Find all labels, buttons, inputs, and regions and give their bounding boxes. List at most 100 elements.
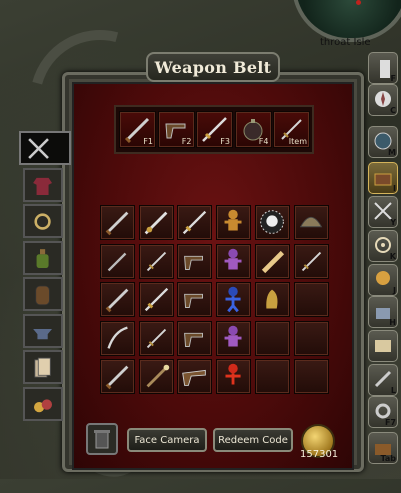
sidebar-button-castle[interactable]: H bbox=[368, 296, 398, 328]
inventory-slot[interactable] bbox=[293, 243, 329, 279]
inventory-slot[interactable] bbox=[216, 359, 252, 394]
treasure-icon bbox=[34, 398, 52, 412]
hotkey-label: Y bbox=[390, 218, 396, 227]
sidebar-button-ship-wheel[interactable]: K bbox=[368, 230, 398, 262]
voodoo-doll-red-icon bbox=[225, 363, 241, 385]
category-tab-clothing[interactable] bbox=[23, 167, 63, 202]
barrel-icon bbox=[35, 285, 50, 306]
window-title: Weapon Belt bbox=[146, 52, 280, 82]
category-tab-potion[interactable] bbox=[23, 240, 63, 275]
dagger-icon bbox=[146, 251, 166, 271]
quickbar-slot-5[interactable]: Item bbox=[273, 111, 310, 148]
pistol-icon bbox=[184, 255, 204, 270]
face-camera-button[interactable]: Face Camera bbox=[127, 428, 207, 452]
inventory-slot[interactable] bbox=[138, 205, 174, 240]
quickbar-slot-4[interactable]: F4 bbox=[234, 111, 272, 148]
staff-icon bbox=[146, 364, 169, 388]
redeem-code-button[interactable]: Redeem Code bbox=[213, 428, 293, 452]
inventory-slot[interactable] bbox=[138, 243, 174, 279]
hotkey-label: C bbox=[390, 106, 396, 115]
pistol-icon bbox=[184, 332, 204, 347]
inventory-slot[interactable] bbox=[293, 359, 329, 394]
helmet-icon bbox=[299, 216, 322, 228]
quickbar-key-label: Item bbox=[288, 137, 307, 146]
category-tab-jewelry[interactable] bbox=[23, 204, 63, 238]
hotkey-label: L bbox=[390, 386, 396, 395]
sidebar-button-spyglass[interactable]: L bbox=[368, 364, 398, 396]
inventory-slot[interactable] bbox=[293, 320, 329, 356]
inventory-slot[interactable] bbox=[216, 320, 252, 356]
inventory-slot[interactable] bbox=[100, 205, 135, 240]
inventory-slot[interactable] bbox=[100, 282, 135, 317]
inventory-slot[interactable] bbox=[254, 205, 290, 240]
skull-icon bbox=[376, 271, 390, 285]
broadsword-icon bbox=[144, 211, 168, 235]
inventory-slot[interactable] bbox=[177, 359, 213, 394]
hotkey-label: J bbox=[393, 286, 396, 295]
sidebar-button-treasure-chest[interactable]: Tab bbox=[368, 432, 398, 464]
inventory-slot[interactable] bbox=[216, 205, 252, 240]
sidebar-button-book[interactable] bbox=[368, 330, 398, 362]
inventory-slot[interactable] bbox=[100, 243, 135, 279]
sidebar-button-chest[interactable]: I bbox=[368, 162, 398, 194]
voodoo-doll-blue-icon bbox=[225, 286, 241, 313]
book-icon bbox=[375, 340, 391, 352]
category-tab-cards[interactable] bbox=[23, 350, 63, 384]
inventory-slot[interactable] bbox=[293, 205, 329, 240]
inventory-slot[interactable] bbox=[216, 243, 252, 279]
inventory-slot[interactable] bbox=[100, 320, 135, 356]
quickbar-slot-2[interactable]: F2 bbox=[157, 111, 195, 148]
inventory-slot[interactable] bbox=[177, 205, 213, 240]
hotkey-label: H bbox=[389, 318, 396, 327]
inventory-slot[interactable] bbox=[100, 359, 135, 394]
quickbar-slot-1[interactable]: F1 bbox=[119, 111, 156, 148]
sidebar-button-crossed-swords[interactable]: Y bbox=[368, 196, 398, 228]
blunderbuss-icon bbox=[182, 369, 207, 386]
sidebar-button-compass[interactable]: C bbox=[368, 84, 398, 116]
knife-icon bbox=[107, 252, 127, 271]
category-tab-anvil[interactable] bbox=[23, 313, 63, 348]
inventory-slot[interactable] bbox=[216, 282, 252, 317]
hotkey-label: M bbox=[388, 148, 396, 157]
gold-hand-icon bbox=[266, 289, 278, 309]
inventory-slot[interactable] bbox=[138, 282, 174, 317]
dagger-icon bbox=[146, 328, 166, 348]
inventory-slot[interactable] bbox=[254, 282, 290, 317]
sidebar-button-map[interactable]: M bbox=[368, 126, 398, 158]
voodoo-doll-gold-icon bbox=[224, 209, 242, 231]
map-marker-icon bbox=[356, 0, 361, 5]
sword-icon bbox=[183, 210, 207, 235]
quickbar-slot-3[interactable]: F3 bbox=[196, 111, 233, 148]
anvil-icon bbox=[33, 328, 52, 339]
inventory-slot[interactable] bbox=[254, 320, 290, 356]
inventory-slot[interactable] bbox=[293, 282, 329, 317]
cutlass-icon bbox=[105, 288, 129, 313]
sidebar-button-skull[interactable]: J bbox=[368, 264, 398, 296]
inventory-slot[interactable] bbox=[254, 359, 290, 394]
quickbar-key-label: F3 bbox=[220, 137, 230, 146]
inventory-slot[interactable] bbox=[177, 243, 213, 279]
trash-button[interactable] bbox=[86, 423, 118, 455]
inventory-slot[interactable] bbox=[138, 359, 174, 394]
hotkey-label: K bbox=[389, 252, 396, 261]
sidebar-button-gears[interactable]: F7 bbox=[368, 396, 398, 428]
cards-icon bbox=[34, 357, 51, 378]
skull-medallion-icon bbox=[260, 210, 284, 234]
hotkey-label: F bbox=[390, 74, 396, 83]
inventory-slot[interactable] bbox=[177, 320, 213, 356]
inventory-slot[interactable] bbox=[177, 282, 213, 317]
inventory-slot[interactable] bbox=[254, 243, 290, 279]
cutlass-icon bbox=[105, 365, 129, 390]
hotkey-label: Tab bbox=[380, 454, 396, 463]
category-tab-barrel[interactable] bbox=[23, 277, 63, 311]
category-tab-treasure[interactable] bbox=[23, 386, 63, 421]
potion-icon bbox=[36, 248, 49, 268]
dagger-icon bbox=[301, 251, 321, 271]
category-tab-crossed-weapons[interactable] bbox=[19, 131, 71, 165]
gold-amount: 157301 bbox=[300, 449, 339, 460]
voodoo-doll-purple-icon bbox=[224, 248, 242, 270]
sidebar-button-tower[interactable]: F bbox=[368, 52, 398, 84]
inventory-slot[interactable] bbox=[138, 320, 174, 356]
minimap-location-label: throat Isle bbox=[320, 37, 371, 48]
voodoo-doll-purple-icon bbox=[224, 325, 242, 347]
